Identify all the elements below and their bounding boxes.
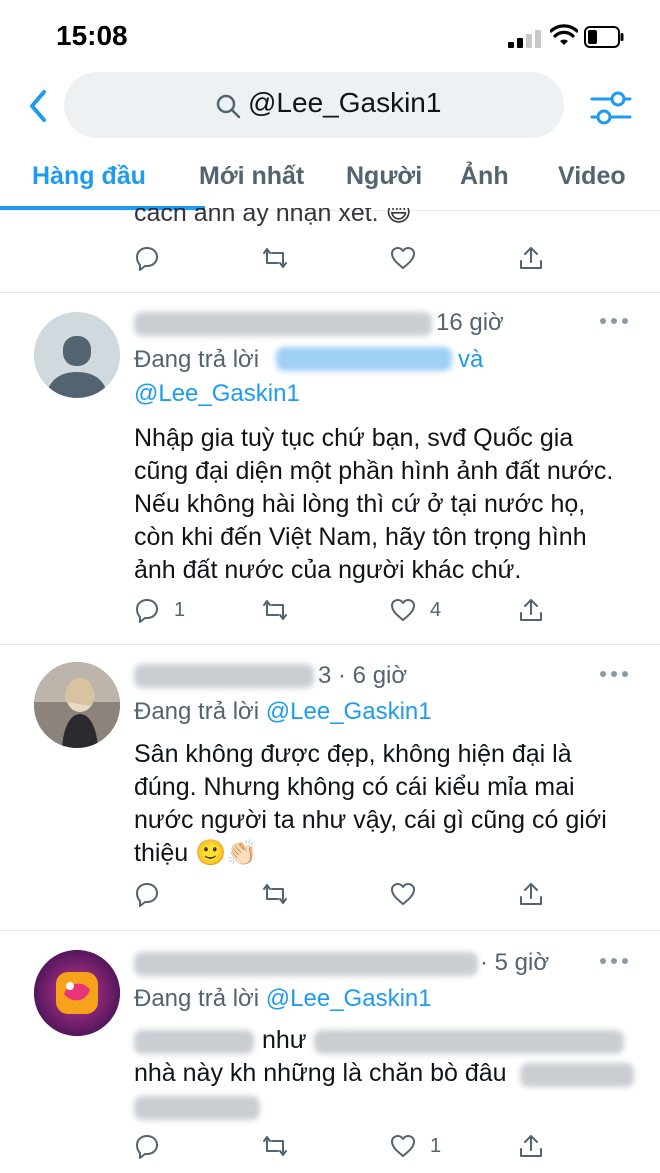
- share-icon: [520, 247, 542, 269]
- heart-icon: [391, 599, 415, 621]
- heart-icon: [391, 1135, 415, 1157]
- tab-photos[interactable]: Ảnh: [460, 162, 509, 191]
- tweet-time: 16 giờ: [436, 309, 504, 336]
- search-tabs: Hàng đầu Mới nhất Người Ảnh Video: [0, 142, 660, 211]
- redacted-text: [134, 1096, 260, 1120]
- share-button[interactable]: [518, 1126, 544, 1166]
- reply-mention-link[interactable]: @Lee_Gaskin1: [134, 380, 300, 408]
- retweet-button[interactable]: [262, 1126, 288, 1166]
- reply-context: Đang trả lời @Lee_Gaskin1: [134, 698, 432, 726]
- redacted-username: [134, 664, 314, 688]
- reply-count: 1: [174, 598, 186, 621]
- tweet-actions: 1 4: [134, 590, 554, 630]
- reply-icon: [136, 599, 158, 623]
- like-button[interactable]: [390, 874, 416, 914]
- tweet-text-line2: nhà này kh những là chăn bò đâu: [134, 1059, 507, 1087]
- reply-icon: [136, 883, 158, 907]
- retweet-button[interactable]: [262, 238, 288, 278]
- tweet-time: 3 · 6 giờ: [318, 662, 408, 689]
- tweet-text-line1: như: [262, 1026, 307, 1054]
- retweet-button[interactable]: [262, 874, 288, 914]
- tweet-actions: [134, 874, 554, 914]
- redacted-username: [134, 312, 432, 336]
- tab-people[interactable]: Người: [346, 162, 422, 191]
- like-button[interactable]: [390, 238, 416, 278]
- heart-icon: [391, 883, 415, 905]
- more-options-icon[interactable]: [600, 318, 628, 326]
- search-header: @Lee_Gaskin1: [0, 72, 660, 142]
- heart-icon: [391, 247, 415, 269]
- tweet-divider: [0, 930, 660, 931]
- tweet-text: Sân không được đẹp, không hiện đại là đú…: [134, 740, 607, 867]
- redacted-mention: [276, 347, 452, 371]
- reply-context: Đang trả lời: [134, 346, 259, 374]
- back-chevron-icon[interactable]: [24, 86, 54, 126]
- reply-icon: [136, 247, 158, 271]
- tab-top[interactable]: Hàng đầu: [32, 162, 146, 191]
- tab-videos[interactable]: Video: [558, 162, 626, 191]
- redacted-text: [314, 1030, 624, 1054]
- default-avatar-icon: [34, 312, 120, 398]
- like-button[interactable]: 1: [390, 1126, 441, 1166]
- retweet-icon: [263, 884, 287, 904]
- reply-icon: [136, 1135, 158, 1159]
- like-count: 4: [430, 598, 442, 621]
- reply-button[interactable]: [134, 874, 160, 914]
- retweet-icon: [263, 248, 287, 268]
- reply-context: Đang trả lời @Lee_Gaskin1: [134, 985, 432, 1013]
- reply-prefix: Đang trả lời: [134, 698, 260, 725]
- tab-latest[interactable]: Mới nhất: [199, 162, 304, 191]
- reply-and: và: [458, 346, 484, 373]
- reply-prefix: Đang trả lời: [134, 985, 260, 1012]
- like-button[interactable]: 4: [390, 590, 441, 630]
- user-photo: [34, 662, 120, 748]
- more-options-icon[interactable]: [600, 671, 628, 679]
- like-count: 1: [430, 1134, 442, 1157]
- share-icon: [520, 1135, 542, 1157]
- redacted-text: [520, 1063, 634, 1087]
- redacted-username: [134, 952, 478, 976]
- user-photo: [34, 950, 120, 1036]
- partial-tweet-actions: [134, 238, 554, 278]
- avatar[interactable]: [34, 950, 120, 1036]
- share-button[interactable]: [518, 874, 544, 914]
- avatar[interactable]: [34, 312, 120, 398]
- tweet-divider: [0, 644, 660, 645]
- search-icon: [216, 94, 241, 119]
- tweet-divider: [0, 292, 660, 293]
- retweet-icon: [263, 600, 287, 620]
- share-button[interactable]: [518, 590, 544, 630]
- avatar[interactable]: [34, 662, 120, 748]
- tweet-actions: 1: [134, 1126, 554, 1166]
- reply-mention-link[interactable]: @Lee_Gaskin1: [266, 698, 432, 725]
- search-input[interactable]: @Lee_Gaskin1: [64, 72, 564, 138]
- cellular-signal-icon: [508, 28, 544, 48]
- retweet-button[interactable]: [262, 590, 288, 630]
- reply-button[interactable]: 1: [134, 590, 185, 630]
- reply-button[interactable]: [134, 1126, 160, 1166]
- share-icon: [520, 599, 542, 621]
- share-button[interactable]: [518, 238, 544, 278]
- battery-icon: [584, 26, 624, 48]
- reply-prefix: Đang trả lời: [134, 346, 260, 373]
- status-bar: 15:08: [0, 0, 660, 72]
- reply-mention-link[interactable]: @Lee_Gaskin1: [266, 985, 432, 1012]
- more-options-icon[interactable]: [600, 958, 628, 966]
- retweet-icon: [263, 1136, 287, 1156]
- redacted-text: [134, 1030, 254, 1054]
- share-icon: [520, 883, 542, 905]
- tweet-text: Nhập gia tuỳ tục chứ bạn, svđ Quốc gia c…: [134, 424, 614, 584]
- search-query: @Lee_Gaskin1: [248, 87, 442, 118]
- wifi-icon: [550, 24, 578, 45]
- filter-settings-icon[interactable]: [588, 88, 634, 128]
- status-time: 15:08: [56, 20, 128, 51]
- reply-button[interactable]: [134, 238, 160, 278]
- tweet-time: · 5 giờ: [480, 949, 550, 976]
